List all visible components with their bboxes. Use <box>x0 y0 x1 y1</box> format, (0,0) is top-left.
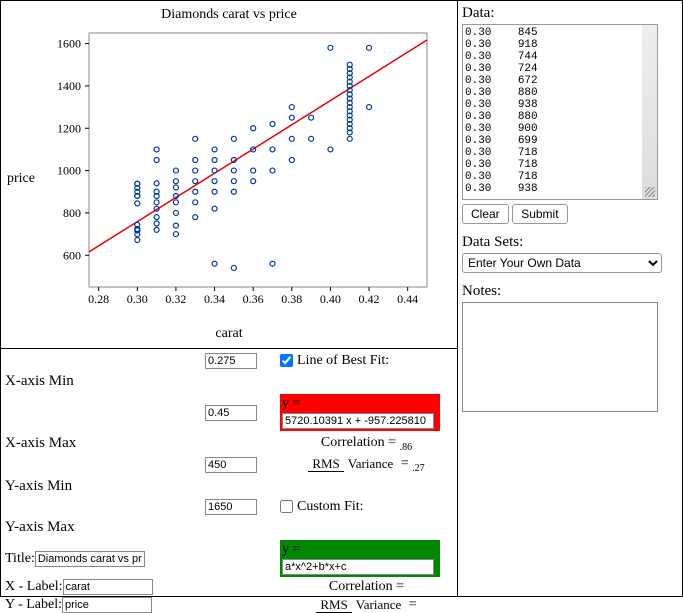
y-axis-label: price <box>7 171 35 187</box>
scatter-plot: 0.28 0.30 0.32 0.34 0.36 0.38 0.40 0.42 0.44 600 8… <box>47 23 437 323</box>
lobf-label: Line of Best Fit: <box>297 353 389 368</box>
xmin-input[interactable] <box>205 353 257 369</box>
chart-area: Diamonds carat vs price price carat 0.28… <box>1 1 457 349</box>
xlabel-input[interactable] <box>63 579 153 595</box>
svg-text:0.44: 0.44 <box>397 292 418 306</box>
custom-fit-label: Custom Fit: <box>297 499 364 514</box>
svg-text:1400: 1400 <box>57 79 81 93</box>
xmin-label: X-axis Min <box>5 373 205 390</box>
corr-value: .86 <box>400 441 413 452</box>
corr-label: Correlation = <box>321 435 396 450</box>
ylabel-input[interactable] <box>62 597 152 613</box>
lobf-checkbox[interactable] <box>280 354 293 367</box>
custom-corr-label: Correlation = <box>329 579 404 594</box>
xmax-label: X-axis Max <box>5 435 205 452</box>
ylabel-label: Y - Label: <box>5 597 62 612</box>
submit-button[interactable]: Submit <box>512 204 567 224</box>
svg-text:600: 600 <box>63 248 81 262</box>
data-textarea[interactable]: 0.30 845 0.30 918 0.30 744 0.30 724 0.30… <box>462 24 658 200</box>
datasets-select[interactable]: Enter Your Own Data <box>462 253 662 273</box>
ymax-label: Y-axis Max <box>5 519 205 536</box>
svg-text:1000: 1000 <box>57 164 81 178</box>
title-input[interactable] <box>35 551 145 567</box>
svg-text:0.42: 0.42 <box>359 292 380 306</box>
svg-text:0.36: 0.36 <box>243 292 264 306</box>
svg-text:0.30: 0.30 <box>127 292 148 306</box>
datasets-heading: Data Sets: <box>462 234 678 251</box>
rms-variance-fraction: RMSVariance <box>308 456 397 472</box>
lobf-equation: 5720.10391 x + -957.225810 <box>282 413 434 429</box>
rms-value: .27 <box>412 463 425 474</box>
title-label: Title: <box>5 551 35 566</box>
xlabel-label: X - Label: <box>5 579 63 594</box>
custom-rms-fraction: RMSVariance <box>316 597 405 613</box>
x-axis-label: carat <box>1 326 457 342</box>
svg-text:800: 800 <box>63 206 81 220</box>
svg-text:0.34: 0.34 <box>204 292 225 306</box>
svg-text:0.38: 0.38 <box>281 292 302 306</box>
ymin-label: Y-axis Min <box>5 478 205 495</box>
clear-button[interactable]: Clear <box>462 204 509 224</box>
custom-equation: a*x^2+b*x+c <box>282 559 434 575</box>
ymax-input[interactable] <box>205 499 257 515</box>
chart-title: Diamonds carat vs price <box>1 7 457 23</box>
ymin-input[interactable] <box>205 457 257 473</box>
custom-fit-checkbox[interactable] <box>280 500 293 513</box>
svg-text:0.28: 0.28 <box>88 292 109 306</box>
data-heading: Data: <box>462 5 678 22</box>
controls-panel: Line of Best Fit: X-axis Min y = 5720.10… <box>1 349 457 597</box>
svg-text:1200: 1200 <box>57 121 81 135</box>
notes-textarea[interactable] <box>462 302 658 412</box>
svg-text:0.32: 0.32 <box>165 292 186 306</box>
xmax-input[interactable] <box>205 405 257 421</box>
svg-text:1600: 1600 <box>57 37 81 51</box>
lobf-equation-box: y = 5720.10391 x + -957.225810 <box>280 394 440 431</box>
custom-equation-box: y = a*x^2+b*x+c <box>280 540 440 577</box>
notes-heading: Notes: <box>462 283 678 300</box>
svg-text:0.40: 0.40 <box>320 292 341 306</box>
